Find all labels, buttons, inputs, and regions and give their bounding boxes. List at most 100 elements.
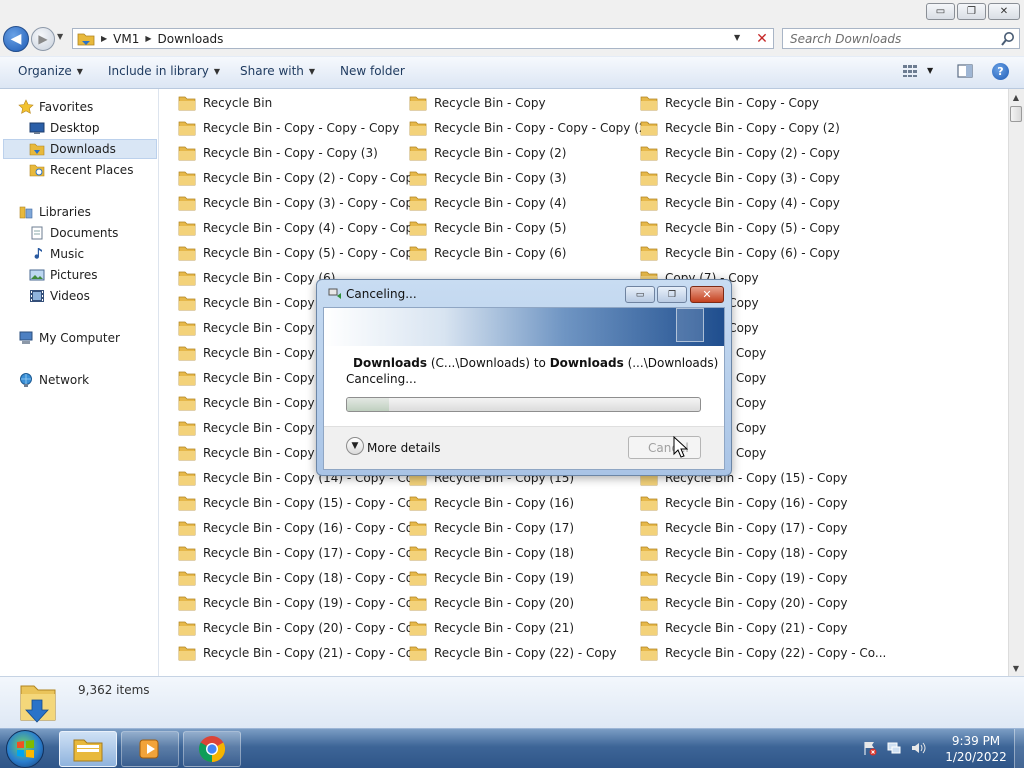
- back-button[interactable]: ◀: [3, 26, 29, 52]
- stop-icon[interactable]: ✕: [752, 29, 772, 48]
- start-button[interactable]: [6, 730, 44, 768]
- folder-item[interactable]: Recycle Bin - Copy (20) - Copy - Co...: [178, 620, 424, 636]
- recent-pages-dropdown[interactable]: ▼: [57, 32, 67, 44]
- breadcrumb-vm1[interactable]: VM1: [113, 32, 139, 46]
- folder-item[interactable]: Recycle Bin - Copy - Copy (3): [178, 145, 378, 161]
- folder-item[interactable]: Recycle Bin - Copy - Copy (2): [640, 120, 840, 136]
- taskbar-media-player-button[interactable]: [121, 731, 179, 767]
- nav-libraries[interactable]: Libraries: [18, 202, 91, 222]
- change-view-icon[interactable]: [902, 64, 918, 78]
- folder-item[interactable]: Recycle Bin - Copy (7): [178, 295, 335, 311]
- clock-time[interactable]: 9:39 PM: [946, 734, 1006, 748]
- folder-item[interactable]: Recycle Bin - Copy (8): [178, 320, 335, 336]
- folder-item[interactable]: Recycle Bin - Copy (16): [409, 495, 574, 511]
- folder-item[interactable]: Recycle Bin - Copy - Copy: [640, 95, 819, 111]
- folder-item[interactable]: Recycle Bin - Copy (4): [409, 195, 566, 211]
- folder-item[interactable]: Recycle Bin - Copy (3) - Copy: [640, 170, 840, 186]
- network-status-icon[interactable]: [886, 740, 902, 756]
- scroll-down-button[interactable]: ▼: [1008, 660, 1024, 676]
- breadcrumb-downloads[interactable]: Downloads: [158, 32, 224, 46]
- folder-item[interactable]: Recycle Bin - Copy (2): [409, 145, 566, 161]
- scroll-thumb[interactable]: [1010, 106, 1022, 122]
- clock-date[interactable]: 1/20/2022: [940, 750, 1012, 764]
- folder-item[interactable]: Recycle Bin - Copy (3) - Copy - Copy: [178, 195, 420, 211]
- folder-item[interactable]: Recycle Bin - Copy (5) - Copy: [640, 220, 840, 236]
- window-maximize-button[interactable]: ❐: [957, 3, 986, 20]
- window-close-button[interactable]: ✕: [988, 3, 1020, 20]
- folder-item[interactable]: Recycle Bin - Copy (6) - Copy: [640, 245, 840, 261]
- nav-downloads[interactable]: Downloads: [3, 139, 157, 159]
- new-folder-button[interactable]: New folder: [340, 64, 405, 78]
- folder-item[interactable]: Recycle Bin - Copy (3): [409, 170, 566, 186]
- more-details-button[interactable]: More details: [367, 441, 441, 455]
- taskbar-explorer-button[interactable]: [59, 731, 117, 767]
- folder-item[interactable]: Recycle Bin - Copy: [409, 95, 546, 111]
- nav-favorites[interactable]: Favorites: [18, 97, 93, 117]
- folder-item[interactable]: Recycle Bin - Copy (4) - Copy - Copy: [178, 220, 420, 236]
- show-desktop-button[interactable]: [1014, 729, 1024, 768]
- nav-my-computer[interactable]: My Computer: [18, 328, 120, 348]
- folder-item[interactable]: Recycle Bin - Copy (18) - Copy - Co...: [178, 570, 424, 586]
- folder-item[interactable]: Recycle Bin - Copy (9): [178, 345, 335, 361]
- chevron-right-icon[interactable]: ▶: [145, 34, 151, 43]
- folder-item[interactable]: Recycle Bin - Copy (15) - Copy - Co...: [178, 495, 424, 511]
- cancel-button[interactable]: Cancel: [628, 436, 701, 459]
- folder-item[interactable]: Recycle Bin - Copy (17): [409, 520, 574, 536]
- include-in-library-menu[interactable]: Include in library ▼: [108, 64, 220, 78]
- folder-item[interactable]: Recycle Bin - Copy (6): [409, 245, 566, 261]
- folder-item[interactable]: Recycle Bin - Copy (20): [409, 595, 574, 611]
- nav-desktop[interactable]: Desktop: [29, 118, 100, 138]
- folder-item[interactable]: Recycle Bin - Copy - Copy - Copy: [178, 120, 399, 136]
- folder-item[interactable]: Recycle Bin - Copy - Copy - Copy (2): [409, 120, 651, 136]
- folder-item[interactable]: Recycle Bin - Copy (17) - Copy - Co...: [178, 545, 424, 561]
- folder-item[interactable]: Recycle Bin - Copy (16) - Copy - Co...: [178, 520, 424, 536]
- address-bar[interactable]: ▶ VM1 ▶ Downloads: [72, 28, 774, 49]
- folder-item[interactable]: Recycle Bin - Copy (5): [409, 220, 566, 236]
- nav-documents[interactable]: Documents: [29, 223, 118, 243]
- chevron-right-icon[interactable]: ▶: [101, 34, 107, 43]
- chevron-down-icon[interactable]: ▼: [346, 437, 364, 455]
- folder-item[interactable]: Recycle Bin - Copy (13: [178, 445, 338, 461]
- address-dropdown[interactable]: ▼: [734, 33, 740, 42]
- folder-item[interactable]: Recycle Bin - Copy (12: [178, 420, 338, 436]
- folder-item[interactable]: Recycle Bin - Copy (22) - Copy - Co...: [640, 645, 886, 661]
- forward-button[interactable]: ▶: [31, 27, 55, 51]
- folder-item[interactable]: Recycle Bin - Copy (10: [178, 370, 338, 386]
- folder-item[interactable]: Recycle Bin - Copy (2) - Copy - Copy: [178, 170, 420, 186]
- share-with-menu[interactable]: Share with ▼: [240, 64, 315, 78]
- vertical-scrollbar[interactable]: [1008, 89, 1024, 676]
- view-dropdown[interactable]: ▼: [927, 66, 933, 75]
- folder-item[interactable]: Recycle Bin - Copy (21): [409, 620, 574, 636]
- folder-item[interactable]: Recycle Bin - Copy (19) - Copy: [640, 570, 847, 586]
- window-minimize-button[interactable]: ▭: [926, 3, 955, 20]
- help-icon[interactable]: ?: [992, 63, 1009, 80]
- volume-icon[interactable]: [910, 740, 926, 756]
- folder-item[interactable]: Recycle Bin - Copy (18) - Copy: [640, 545, 847, 561]
- folder-item[interactable]: Recycle Bin - Copy (18): [409, 545, 574, 561]
- folder-item[interactable]: Recycle Bin - Copy (6): [178, 270, 335, 286]
- folder-item[interactable]: Recycle Bin - Copy (20) - Copy: [640, 595, 847, 611]
- nav-recent-places[interactable]: Recent Places: [29, 160, 133, 180]
- action-center-flag-icon[interactable]: [862, 740, 878, 756]
- folder-item[interactable]: Recycle Bin - Copy (2) - Copy: [640, 145, 840, 161]
- taskbar-chrome-button[interactable]: [183, 731, 241, 767]
- folder-item[interactable]: Recycle Bin - Copy (22) - Copy: [409, 645, 616, 661]
- folder-item[interactable]: Recycle Bin - Copy (19): [409, 570, 574, 586]
- dialog-minimize-button[interactable]: ▭: [625, 286, 655, 303]
- organize-menu[interactable]: Organize ▼: [18, 64, 83, 78]
- dialog-close-button[interactable]: ✕: [690, 286, 724, 303]
- folder-item[interactable]: Recycle Bin - Copy (11: [178, 395, 338, 411]
- preview-pane-icon[interactable]: [957, 63, 973, 79]
- search-icon[interactable]: [1000, 31, 1016, 47]
- dialog-maximize-button[interactable]: ❐: [657, 286, 687, 303]
- search-input[interactable]: Search Downloads: [782, 28, 1020, 49]
- folder-item[interactable]: Recycle Bin - Copy (17) - Copy: [640, 520, 847, 536]
- folder-item[interactable]: Recycle Bin - Copy (21) - Copy - Co...: [178, 645, 424, 661]
- nav-pictures[interactable]: Pictures: [29, 265, 98, 285]
- folder-item[interactable]: Recycle Bin - Copy (5) - Copy - Copy: [178, 245, 420, 261]
- folder-item[interactable]: Recycle Bin - Copy (4) - Copy: [640, 195, 840, 211]
- nav-videos[interactable]: Videos: [29, 286, 90, 306]
- scroll-up-button[interactable]: ▲: [1008, 89, 1024, 105]
- nav-music[interactable]: Music: [29, 244, 84, 264]
- folder-item[interactable]: Recycle Bin - Copy (16) - Copy: [640, 495, 847, 511]
